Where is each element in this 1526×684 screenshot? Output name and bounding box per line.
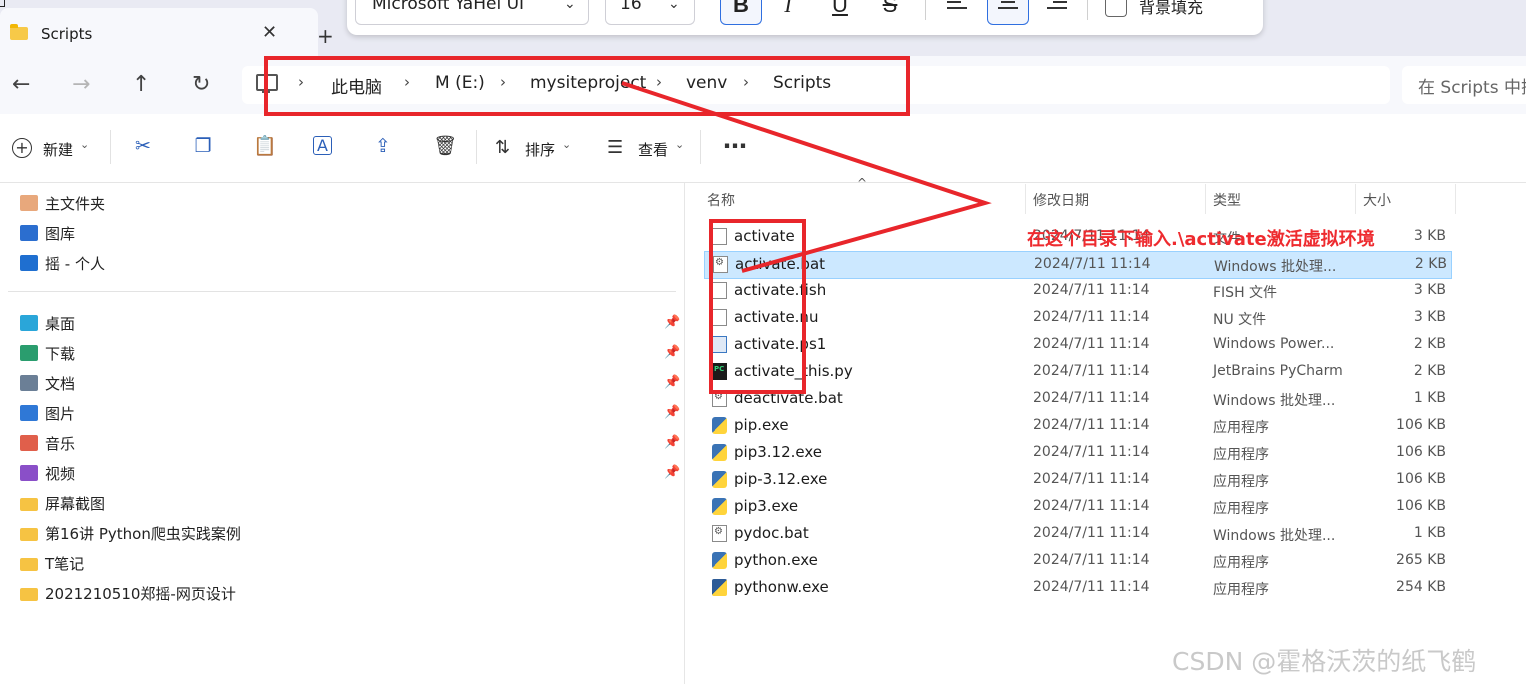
annotation-text: 在这个目录下输入.\activate激活虚拟环境 — [1027, 229, 1375, 250]
annotation-arrow — [621, 81, 992, 273]
watermark: CSDN @霍格沃茨的纸飞鹤 — [1172, 647, 1477, 676]
arrow-line — [621, 81, 992, 273]
